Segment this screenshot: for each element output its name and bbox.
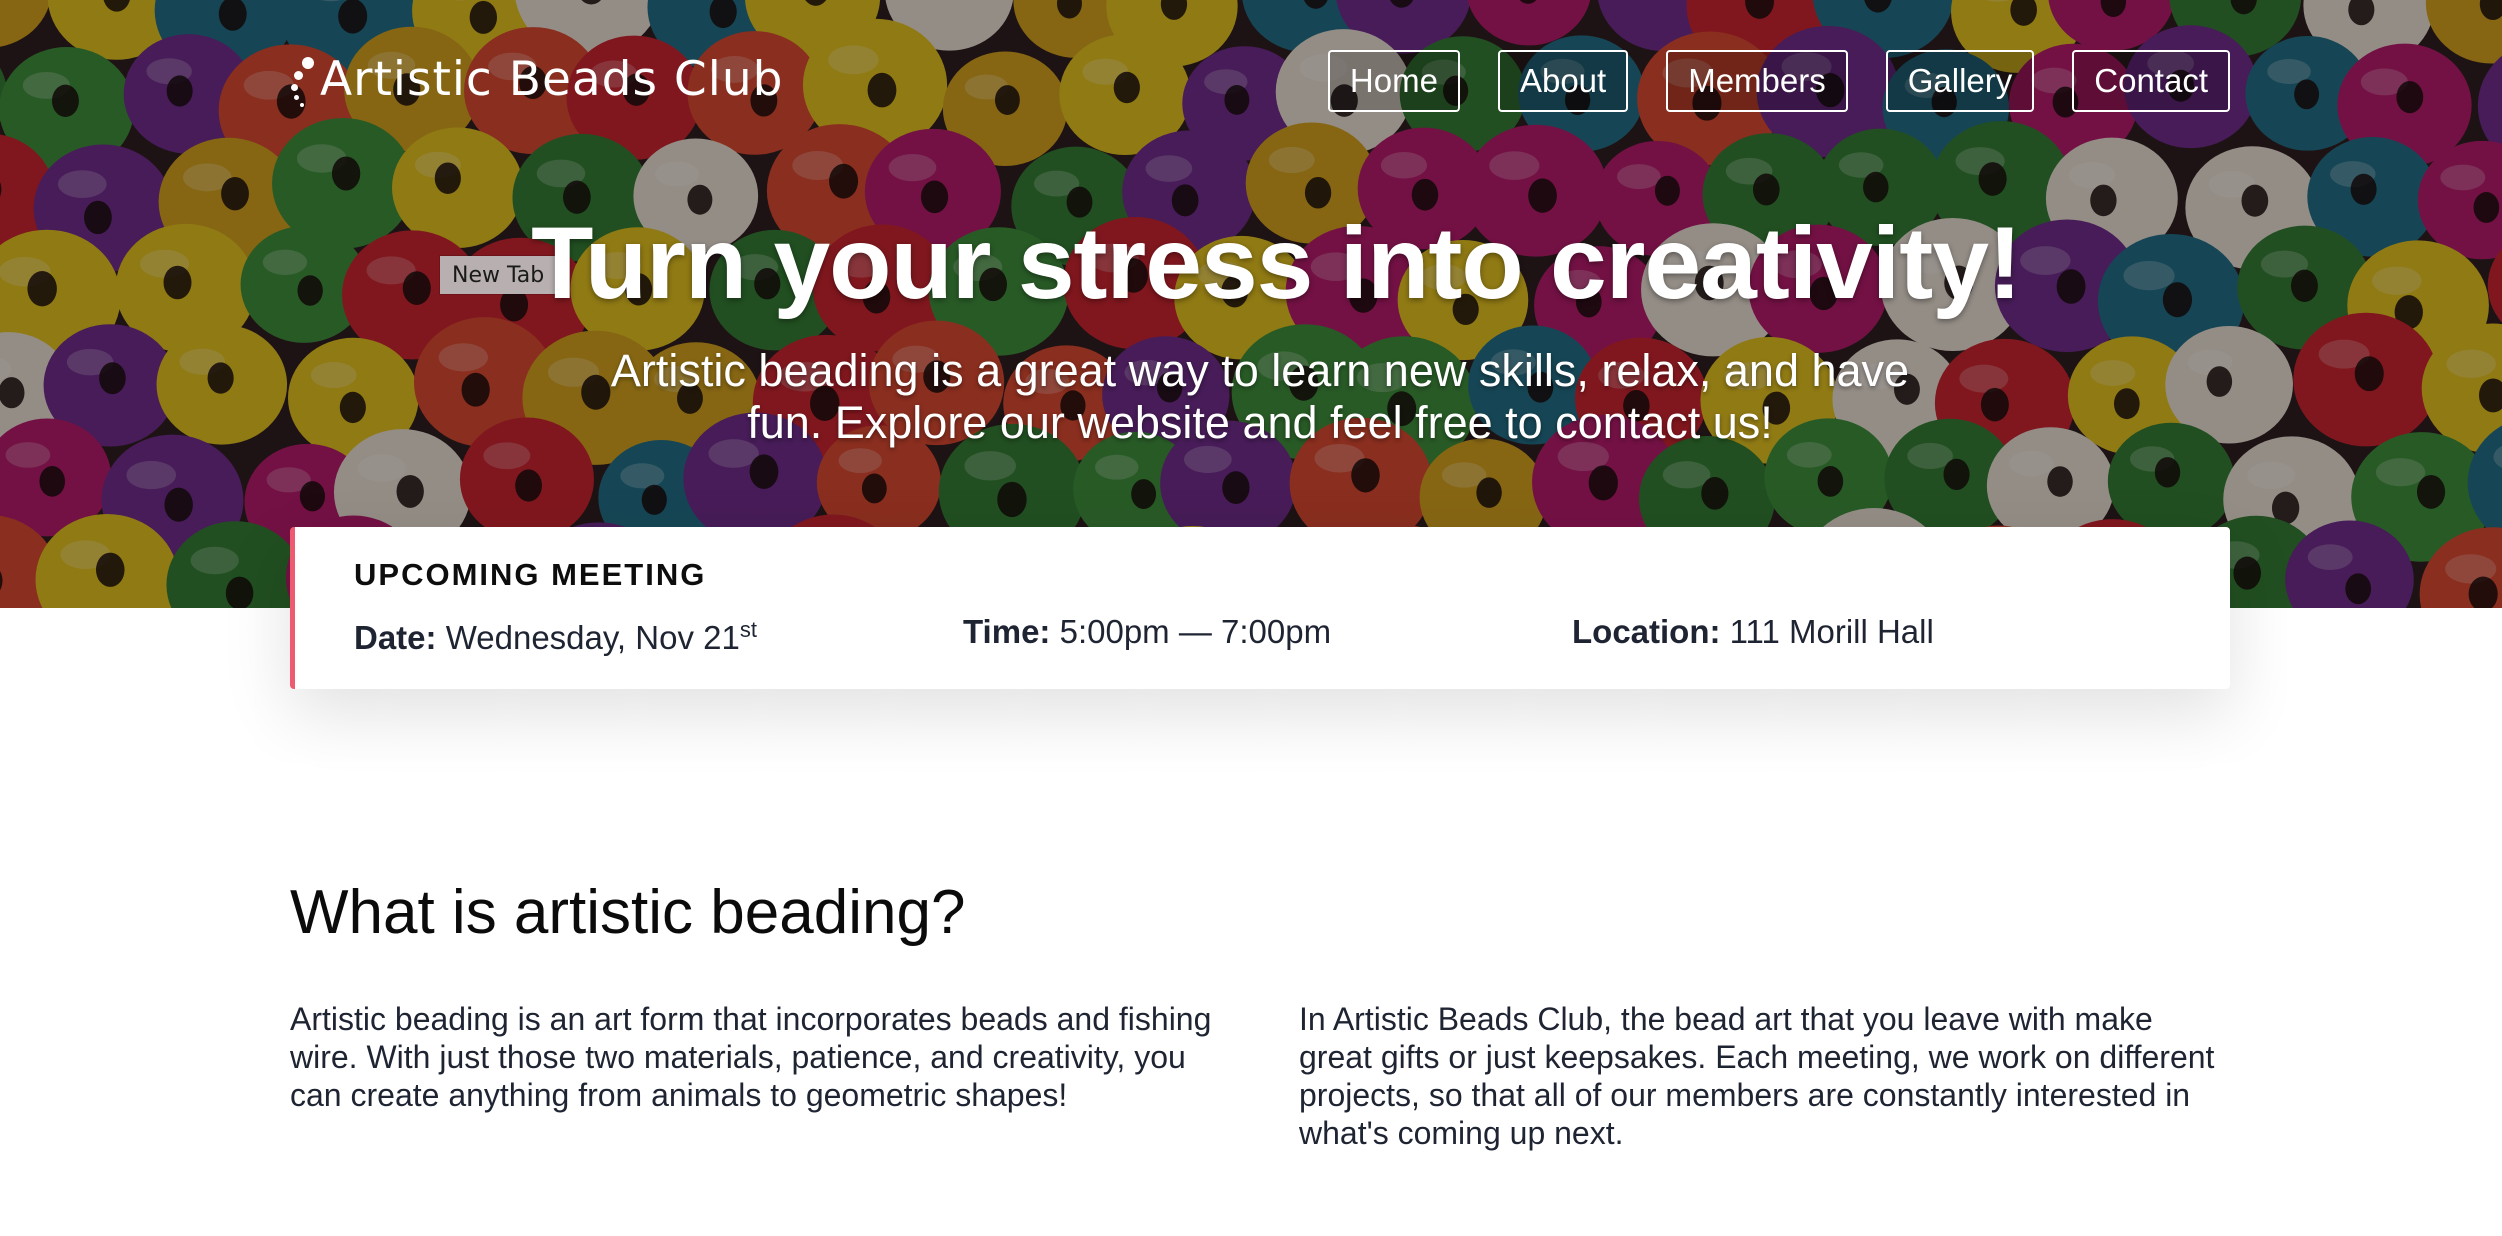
meeting-date-label: Date: <box>354 619 437 656</box>
site-logo[interactable]: Artistic Beads Club <box>290 44 783 114</box>
meeting-time-label: Time: <box>963 613 1051 650</box>
meeting-date-suffix: st <box>739 617 757 642</box>
hero-title: Turn your stress into creativity! <box>531 206 2022 320</box>
meeting-date: Date: Wednesday, Nov 21st <box>354 617 757 657</box>
meeting-location-value: 111 Morill Hall <box>1729 613 1934 650</box>
meeting-heading: UPCOMING MEETING <box>354 557 707 592</box>
hero-section: Artistic Beads Club Home About Members G… <box>0 0 2502 608</box>
beads-logo-icon <box>290 49 320 109</box>
nav-about-button[interactable]: About <box>1497 50 1629 112</box>
meeting-date-value: Wednesday, Nov 21 <box>445 619 740 656</box>
meeting-location: Location: 111 Morill Hall <box>1572 613 1934 651</box>
upcoming-meeting-card: UPCOMING MEETING Date: Wednesday, Nov 21… <box>290 527 2230 689</box>
nav-home-button[interactable]: Home <box>1327 50 1460 112</box>
nav-contact-button[interactable]: Contact <box>2072 50 2230 112</box>
meeting-location-label: Location: <box>1572 613 1721 650</box>
meeting-time: Time: 5:00pm — 7:00pm <box>963 613 1331 651</box>
main-nav: Home About Members Gallery Contact <box>1327 50 2230 112</box>
nav-gallery-button[interactable]: Gallery <box>1885 50 2035 112</box>
about-paragraph-left: Artistic beading is an art form that inc… <box>290 1001 1212 1113</box>
nav-members-button[interactable]: Members <box>1666 50 1848 112</box>
meeting-time-value: 5:00pm — 7:00pm <box>1059 613 1332 650</box>
about-section-title: What is artistic beading? <box>290 878 966 947</box>
logo-text: Artistic Beads Club <box>320 51 784 107</box>
about-paragraph-right: In Artistic Beads Club, the bead art tha… <box>1299 1001 2215 1151</box>
hero-subtitle: Artistic beading is a great way to learn… <box>610 345 1910 448</box>
